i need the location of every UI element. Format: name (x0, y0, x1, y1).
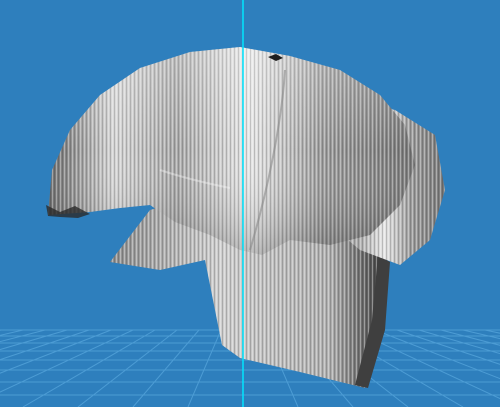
3d-viewport[interactable] (0, 0, 500, 407)
viewport-canvas (0, 0, 500, 407)
hair-mesh-model[interactable] (46, 47, 445, 388)
